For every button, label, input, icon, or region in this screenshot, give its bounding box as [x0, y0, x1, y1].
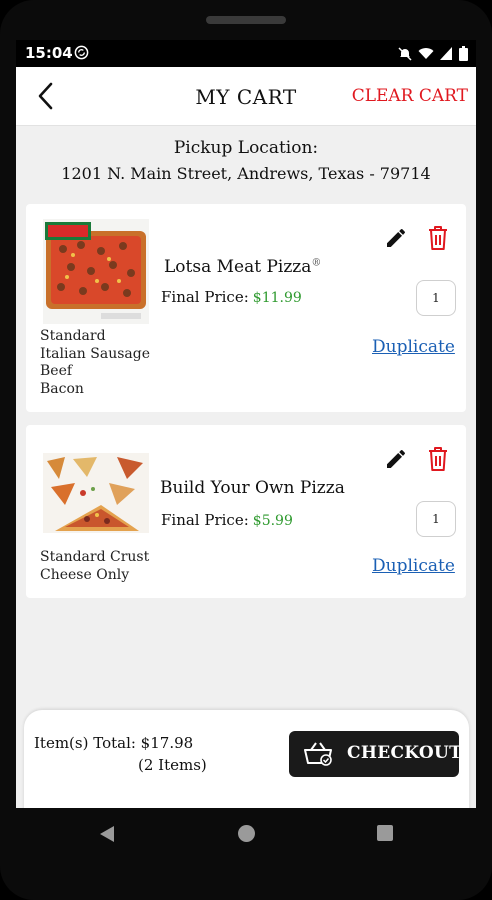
final-price-label: Final Price: [161, 288, 249, 306]
cart-item-card: Lotsa Meat Pizza® Final Price: $11.99 Sta… [26, 204, 466, 412]
product-name-text: Lotsa Meat Pizza [164, 257, 312, 277]
cart-summary-panel: Item(s) Total: $17.98 (2 Items) CHECKOUT [24, 710, 469, 808]
app-bar: MY CART CLEAR CART [16, 67, 476, 126]
phone-frame: 15:04 MY CART CLEAR CART Pickup Location… [0, 0, 492, 900]
clear-cart-button[interactable]: CLEAR CART [352, 86, 468, 106]
duplicate-link[interactable]: Duplicate [372, 556, 455, 576]
status-icons [398, 46, 468, 61]
status-bar: 15:04 [16, 40, 476, 67]
edit-pencil-icon[interactable] [384, 447, 408, 471]
option-line: Cheese Only [40, 566, 130, 583]
cart-item-card: Build Your Own Pizza Final Price: $5.99 S… [26, 425, 466, 598]
speaker-grille [206, 16, 286, 24]
sync-icon [74, 45, 89, 60]
nav-recents-icon[interactable] [377, 825, 393, 841]
price-value: $11.99 [252, 290, 302, 306]
option-line: Bacon [40, 380, 84, 397]
trash-icon[interactable] [426, 224, 450, 252]
duplicate-link[interactable]: Duplicate [372, 337, 455, 357]
signal-icon [440, 47, 452, 60]
checkout-button[interactable]: CHECKOUT [289, 731, 463, 777]
final-price-label: Final Price: [161, 511, 249, 529]
final-price: Final Price: $5.99 [161, 511, 293, 529]
pickup-location: Pickup Location: 1201 N. Main Street, An… [16, 138, 476, 183]
pickup-address: 1201 N. Main Street, Andrews, Texas - 79… [61, 164, 431, 183]
edit-pencil-icon[interactable] [384, 226, 408, 250]
pizza-image [43, 219, 149, 324]
app-screen: 15:04 MY CART CLEAR CART Pickup Location… [16, 40, 476, 808]
status-time: 15:04 [25, 44, 73, 62]
quantity-field[interactable]: 1 [416, 280, 456, 316]
option-line: Beef [40, 363, 73, 379]
trash-icon[interactable] [426, 445, 450, 473]
final-price: Final Price: $11.99 [161, 288, 302, 306]
pizza-image [43, 453, 149, 533]
option-line: Standard [40, 328, 106, 344]
option-line: Italian Sausage [40, 345, 151, 362]
nav-home-icon[interactable] [238, 825, 255, 842]
items-total: Item(s) Total: $17.98 [34, 734, 194, 752]
checkout-label: CHECKOUT [347, 743, 463, 763]
mute-icon [398, 46, 412, 61]
pickup-label: Pickup Location: [173, 138, 319, 158]
registered-mark: ® [311, 257, 322, 269]
system-nav-bar [0, 808, 492, 858]
items-count: (2 Items) [138, 756, 207, 774]
product-name: Lotsa Meat Pizza® [164, 257, 321, 277]
item-options: Standard Italian Sausage Beef Bacon [40, 328, 150, 398]
product-name: Build Your Own Pizza [160, 478, 345, 498]
quantity-field[interactable]: 1 [416, 501, 456, 537]
nav-back-icon[interactable] [98, 824, 116, 844]
wifi-icon [418, 48, 434, 59]
price-value: $5.99 [252, 513, 293, 529]
basket-icon [304, 742, 332, 766]
option-line: Standard Crust [40, 549, 150, 565]
battery-icon [459, 46, 468, 61]
item-options: Standard Crust Cheese Only [40, 549, 149, 584]
